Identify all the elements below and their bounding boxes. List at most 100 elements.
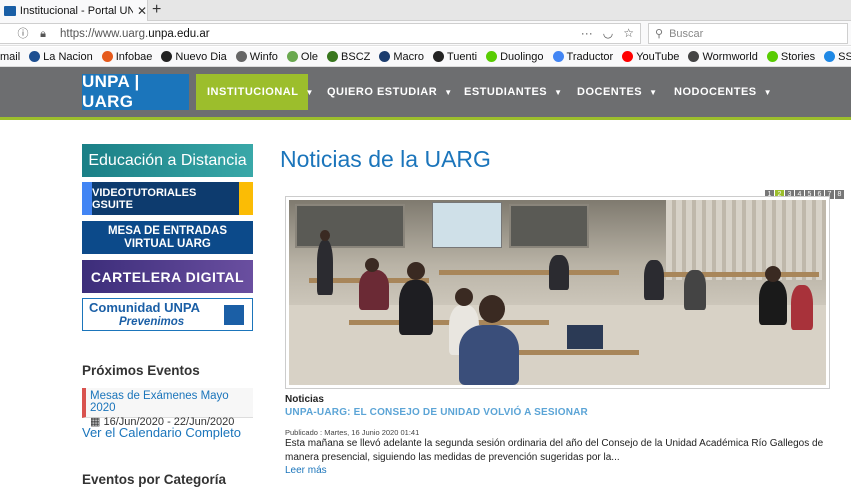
more-actions-icon[interactable]: ··· (581, 26, 593, 40)
bookmark-favicon-icon (101, 51, 113, 62)
banner-line-2: VIRTUAL UARG (124, 237, 211, 250)
bookmark-label: Macro (393, 50, 424, 63)
browser-tab[interactable]: Institucional - Portal UNPA ✕ (0, 0, 148, 21)
comunidad-unpa-banner[interactable]: Comunidad UNPA Prevenimos (82, 298, 253, 331)
bookmark-3[interactable]: Nuevo Dia (161, 50, 227, 63)
bookmark-4[interactable]: Winfo (235, 51, 278, 63)
bookmark-5[interactable]: Ole (286, 51, 318, 63)
chevron-down-icon: ▼ (554, 87, 563, 97)
read-more-link[interactable]: Leer más (285, 465, 327, 476)
bookmark-label: Nuevo Dia (175, 50, 227, 63)
bookmark-favicon-icon (688, 51, 700, 62)
bookmark-14[interactable]: SSS (824, 51, 851, 63)
nav-docentes[interactable]: DOCENTES ▼ (577, 74, 658, 110)
bookmark-7[interactable]: Macro (379, 51, 424, 63)
nav-quiero-estudiar[interactable]: QUIERO ESTUDIAR ▼ (327, 74, 453, 110)
bookmark-9[interactable]: Duolingo (486, 50, 544, 63)
projector-screen (432, 202, 502, 248)
bookmark-13[interactable]: Stories (766, 50, 816, 63)
bookmark-label: Stories (780, 50, 816, 63)
person (359, 270, 389, 310)
bookmark-2[interactable]: Infobae (101, 50, 153, 63)
laptop (567, 325, 603, 349)
bookmark-favicon-icon (235, 51, 247, 62)
bookmark-label: Duolingo (500, 50, 544, 63)
bookmarks-bar: mail La Nacion Infobae Nuevo Dia Winfo Ole BSC… (0, 47, 851, 67)
calendar-link[interactable]: Ver el Calendario Completo (82, 425, 241, 440)
header-accent-bar (0, 117, 851, 120)
banner-line-2: Prevenimos (119, 315, 185, 328)
videotutoriales-gsuite-banner[interactable]: VIDEOTUTORIALES GSUITE (82, 182, 253, 215)
news-photo[interactable] (289, 200, 826, 385)
banner-line-1: Comunidad UNPA (89, 299, 200, 315)
cartelera-digital-banner[interactable]: CARTELERA DIGITAL (82, 260, 253, 293)
person-head (455, 288, 473, 306)
bookmark-label: Traductor (566, 50, 614, 63)
events-heading: Próximos Eventos (82, 363, 200, 378)
blackboard (509, 204, 589, 248)
person (317, 240, 333, 295)
bookmark-label: Infobae (115, 50, 153, 63)
address-bar[interactable]: ⓘ 🔒︎ https://www.uarg.unpa.edu.ar ··· ◡ … (0, 23, 641, 44)
bookmark-label: mail (0, 50, 21, 63)
bookmark-12[interactable]: Wormworld (688, 50, 758, 63)
bookmark-1[interactable]: La Nacion (29, 51, 93, 63)
bookmark-favicon-icon (622, 51, 634, 62)
bookmark-11[interactable]: YouTube (622, 51, 679, 63)
person (549, 255, 569, 290)
bookmark-favicon-icon (486, 51, 498, 62)
new-tab-icon[interactable]: + (152, 1, 161, 19)
search-input[interactable]: ⚲ Buscar (648, 23, 848, 44)
bookmark-favicon-icon (824, 51, 836, 62)
article-headline[interactable]: UNPA-UARG: EL CONSEJO DE UNIDAD VOLVIÓ A… (285, 407, 588, 418)
nav-estudiantes[interactable]: ESTUDIANTES ▼ (464, 74, 563, 110)
event-title[interactable]: Mesas de Exámenes Mayo 2020 (90, 390, 253, 414)
bookmark-favicon-icon (432, 51, 444, 62)
nav-nodocentes[interactable]: NODOCENTES ▼ (674, 74, 772, 110)
person (684, 270, 706, 310)
person-head (365, 258, 379, 272)
event-item[interactable]: Mesas de Exámenes Mayo 2020 ▦ 16/Jun/202… (82, 388, 253, 428)
tab-title: Institucional - Portal UNPA (19, 4, 133, 17)
info-icon[interactable]: ⓘ (16, 27, 30, 41)
bookmark-10[interactable]: Traductor (552, 50, 614, 63)
desk (649, 272, 819, 277)
educacion-distancia-banner[interactable]: Educación a Distancia (82, 144, 253, 177)
lock-icon: 🔒︎ (40, 27, 46, 40)
mesa-entradas-banner[interactable]: MESA DE ENTRADAS VIRTUAL UARG (82, 221, 253, 254)
nav-institucional[interactable]: INSTITUCIONAL ▼ (196, 74, 313, 110)
bookmark-8[interactable]: Tuenti (432, 51, 477, 63)
chevron-down-icon: ▼ (444, 87, 453, 97)
desk (439, 270, 619, 275)
person (759, 280, 787, 325)
bookmark-favicon-icon (766, 51, 778, 62)
unpa-uarg-logo[interactable]: UNPA | UARG (82, 72, 189, 111)
slider-page-8[interactable]: 8 (835, 190, 844, 199)
person (459, 325, 519, 385)
person-head (765, 266, 781, 282)
search-icon: ⚲ (655, 28, 664, 40)
pocket-icon[interactable]: ◡ (603, 26, 613, 40)
bookmark-label: BSCZ (341, 50, 371, 63)
person-head (479, 295, 505, 323)
url-text[interactable]: https://www.uarg.unpa.edu.ar (60, 28, 210, 40)
browser-tab-bar: Institucional - Portal UNPA ✕ + (0, 0, 851, 21)
close-tab-icon[interactable]: ✕ (137, 4, 147, 18)
site-header: UNPA | UARG INSTITUCIONAL ▼ QUIERO ESTUDI… (0, 67, 851, 120)
bookmark-label: La Nacion (43, 50, 93, 63)
bookmark-0[interactable]: mail (0, 51, 20, 63)
person-head (407, 262, 425, 280)
bookmark-6[interactable]: BSCZ (327, 51, 370, 63)
news-slider[interactable] (285, 196, 830, 389)
bookmark-favicon-icon (286, 51, 298, 62)
person (791, 285, 813, 330)
bookmark-star-icon[interactable]: ☆ (623, 26, 634, 40)
site-favicon-icon (4, 5, 16, 16)
desk (519, 350, 639, 355)
person-head (320, 230, 330, 241)
person (644, 260, 664, 300)
bookmark-label: YouTube (636, 50, 680, 63)
bookmark-label: Wormworld (702, 50, 758, 63)
unpa-badge-icon (224, 305, 244, 325)
bookmark-label: SSS (838, 50, 851, 63)
